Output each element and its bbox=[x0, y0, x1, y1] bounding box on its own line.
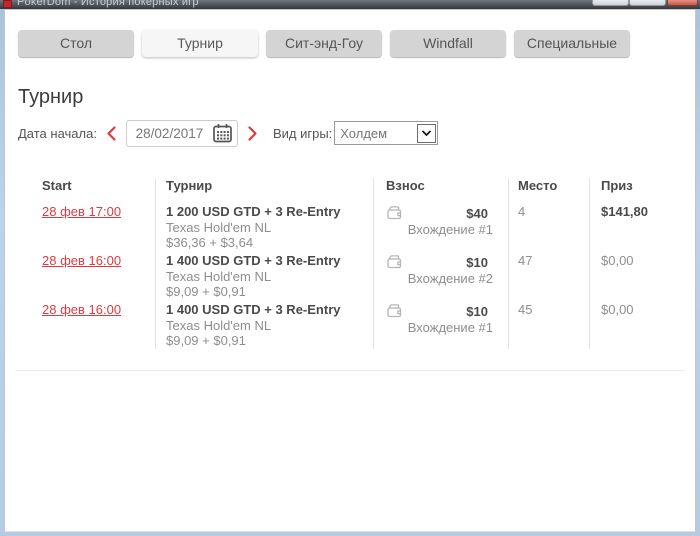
col-header-prize: Приз bbox=[589, 178, 683, 202]
wallet-icon bbox=[387, 255, 402, 269]
dropdown-button[interactable] bbox=[417, 123, 437, 143]
close-button[interactable] bbox=[667, 0, 698, 6]
section-divider bbox=[15, 370, 685, 371]
tournament-name: 1 200 USD GTD + 3 Re-Entry bbox=[166, 204, 341, 219]
date-label: Дата начала: bbox=[18, 125, 97, 141]
buyin-split: $9,09 + $0,91 bbox=[166, 333, 246, 348]
table-row-prize: $0,00 bbox=[589, 300, 683, 349]
tab-windfall[interactable]: Windfall bbox=[390, 30, 506, 57]
calendar-icon[interactable] bbox=[212, 123, 233, 144]
wallet-icon bbox=[387, 206, 402, 220]
buyin-split: $36,36 + $3,64 bbox=[166, 235, 254, 250]
start-time-link[interactable]: 28 фев 16:00 bbox=[42, 253, 121, 268]
table-row-tournament: 1 400 USD GTD + 3 Re-Entry Texas Hold'em… bbox=[155, 251, 373, 300]
game-type: Texas Hold'em NL bbox=[166, 318, 272, 333]
col-header-place: Место bbox=[508, 178, 589, 202]
tournament-history-table: Start Турнир Взнос Место Приз 28 фев 17:… bbox=[27, 178, 683, 349]
game-type-value: Холдем bbox=[340, 125, 388, 141]
app-icon bbox=[3, 0, 12, 8]
chevron-right-icon[interactable] bbox=[247, 125, 258, 141]
table-row-buyin: $10 Вхождение #2 bbox=[373, 251, 508, 300]
date-input[interactable]: 28/02/2017 bbox=[125, 119, 238, 147]
maximize-button[interactable] bbox=[629, 0, 666, 6]
dropdown-arrow-icon bbox=[422, 129, 432, 136]
tab-bar: Стол Турнир Сит-энд-Гоу Windfall Специал… bbox=[18, 30, 630, 57]
tab-sit-and-go[interactable]: Сит-энд-Гоу bbox=[266, 30, 382, 57]
table-row-prize: $0,00 bbox=[589, 251, 683, 300]
tournament-name: 1 400 USD GTD + 3 Re-Entry bbox=[166, 302, 341, 317]
tab-table[interactable]: Стол bbox=[18, 30, 134, 57]
col-header-start: Start bbox=[42, 178, 72, 193]
game-type-select[interactable]: Холдем bbox=[334, 121, 439, 145]
table-row-start: 28 фев 16:00 bbox=[27, 251, 155, 300]
table-row-buyin: $10 Вхождение #1 bbox=[373, 300, 508, 349]
game-type: Texas Hold'em NL bbox=[166, 220, 272, 235]
tab-tournament[interactable]: Турнир bbox=[142, 30, 258, 57]
date-value: 28/02/2017 bbox=[135, 125, 204, 141]
col-header-tournament: Турнир bbox=[155, 178, 373, 202]
chevron-left-icon[interactable] bbox=[106, 125, 117, 141]
table-row-start: 28 фев 16:00 bbox=[27, 300, 155, 349]
table-row-prize: $141,80 bbox=[589, 202, 683, 251]
start-time-link[interactable]: 28 фев 16:00 bbox=[42, 302, 121, 317]
entry-number: Вхождение #1 bbox=[407, 222, 493, 237]
col-header-buyin: Взнос bbox=[373, 178, 508, 202]
game-type: Texas Hold'em NL bbox=[166, 269, 272, 284]
tournament-name: 1 400 USD GTD + 3 Re-Entry bbox=[166, 253, 341, 268]
buyin-amount: $40 bbox=[466, 205, 488, 221]
table-row-tournament: 1 400 USD GTD + 3 Re-Entry Texas Hold'em… bbox=[155, 300, 373, 349]
table-row-start: 28 фев 17:00 bbox=[27, 202, 155, 251]
buyin-amount: $10 bbox=[466, 303, 488, 319]
table-row-place: 45 bbox=[508, 300, 589, 349]
game-type-label: Вид игры: bbox=[272, 125, 333, 141]
window-title: PokerDom - История покерных игр bbox=[17, 0, 199, 8]
table-row-buyin: $40 Вхождение #1 bbox=[373, 202, 508, 251]
entry-number: Вхождение #1 bbox=[407, 320, 493, 335]
tab-special[interactable]: Специальные bbox=[514, 30, 630, 57]
table-row-place: 47 bbox=[508, 251, 589, 300]
filter-row: Дата начала: 28/02/2017 Вид игры: Холдем bbox=[18, 119, 439, 147]
entry-number: Вхождение #2 bbox=[407, 271, 493, 286]
buyin-amount: $10 bbox=[466, 254, 488, 270]
table-row-place: 4 bbox=[508, 202, 589, 251]
window-content: Стол Турнир Сит-энд-Гоу Windfall Специал… bbox=[4, 9, 696, 532]
application-window: PokerDom - История покерных игр Стол Тур… bbox=[0, 0, 700, 536]
buyin-split: $9,09 + $0,91 bbox=[166, 284, 246, 299]
table-row-tournament: 1 200 USD GTD + 3 Re-Entry Texas Hold'em… bbox=[155, 202, 373, 251]
page-title: Турнир bbox=[18, 86, 84, 108]
wallet-icon bbox=[387, 304, 402, 318]
minimize-button[interactable] bbox=[592, 0, 629, 6]
start-time-link[interactable]: 28 фев 17:00 bbox=[42, 204, 121, 219]
